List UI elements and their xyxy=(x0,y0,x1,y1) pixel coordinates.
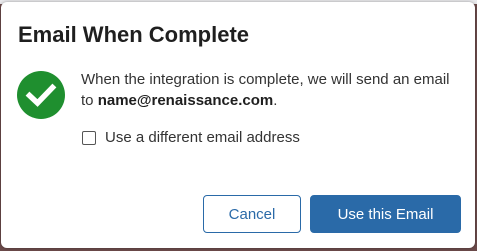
email-when-complete-dialog: Email When Complete When the integration… xyxy=(1,2,475,248)
dialog-title: Email When Complete xyxy=(18,22,250,47)
use-this-email-button[interactable]: Use this Email xyxy=(310,195,461,233)
message-suffix: . xyxy=(273,92,278,109)
check-circle-icon xyxy=(17,71,65,119)
email-address: name@renaissance.com xyxy=(97,92,274,109)
different-email-checkbox[interactable] xyxy=(82,130,96,145)
different-email-checkbox-label[interactable]: Use a different email address xyxy=(105,129,300,146)
dialog-message: When the integration is complete, we wil… xyxy=(81,69,461,111)
cancel-button[interactable]: Cancel xyxy=(203,195,301,233)
different-email-checkbox-row[interactable]: Use a different email address xyxy=(82,129,300,146)
